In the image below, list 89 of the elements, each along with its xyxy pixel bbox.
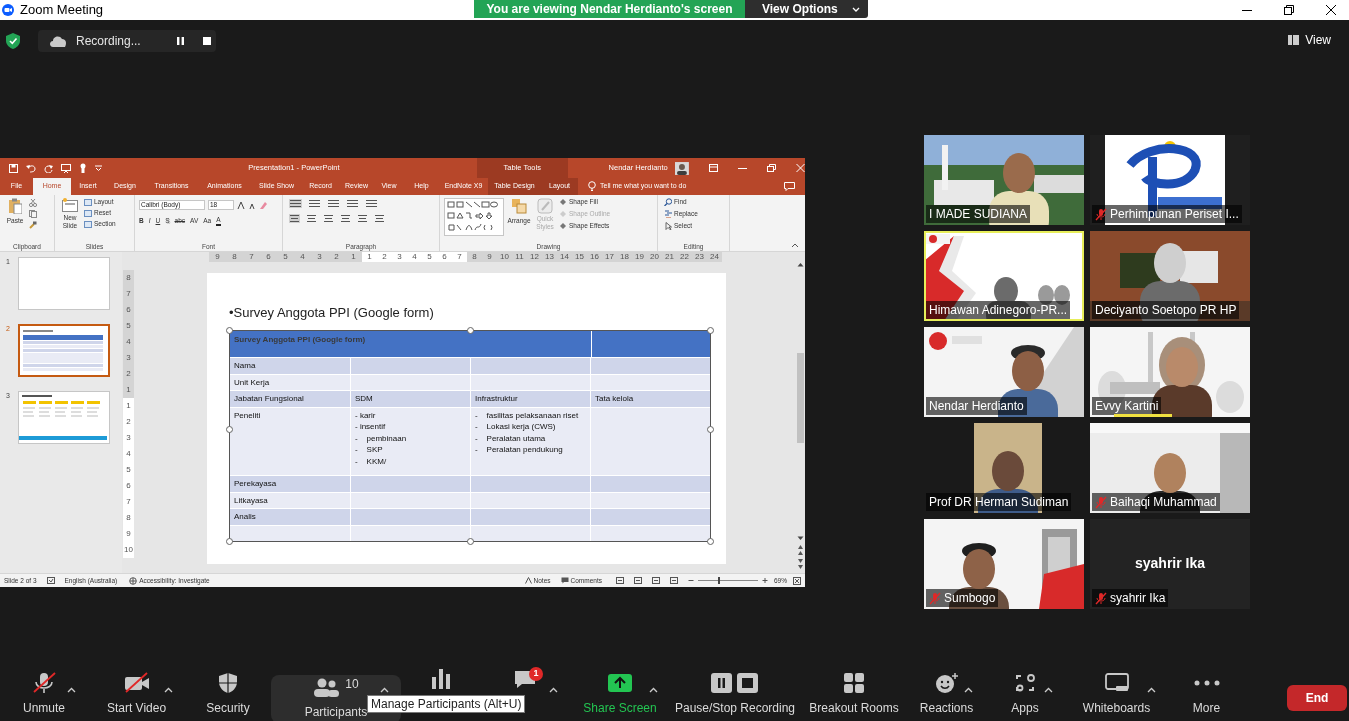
ruler-number: 5 bbox=[126, 320, 131, 332]
list-item: - KKM/ bbox=[355, 455, 388, 467]
ruler-number: 2 bbox=[126, 368, 131, 380]
tooltip: Manage Participants (Alt+U) bbox=[367, 695, 526, 713]
table-cell: Tata kelola bbox=[590, 391, 710, 407]
ruler-number: 7 bbox=[452, 252, 467, 262]
ruler-number: 9 bbox=[126, 528, 131, 540]
ruler-number: 6 bbox=[437, 252, 452, 262]
ruler-number: 2 bbox=[377, 252, 392, 262]
participant-name: I MADE SUDIANA bbox=[929, 206, 1027, 223]
list-item: - insentif bbox=[355, 421, 387, 433]
ruler-number: 19 bbox=[632, 252, 647, 262]
table-cell-text: Jabatan Fungsional bbox=[233, 393, 305, 405]
ruler-number: 6 bbox=[126, 304, 131, 316]
participant-name: Evvy Kartini bbox=[1095, 398, 1159, 415]
ruler-number: 13 bbox=[542, 252, 557, 262]
ruler-number: 3 bbox=[126, 352, 131, 364]
ruler-number: 5 bbox=[126, 464, 131, 476]
ruler-number: 1 bbox=[362, 252, 377, 262]
ruler-number: 3 bbox=[126, 432, 131, 444]
participant-name-large: syahrir Ika bbox=[1133, 554, 1207, 573]
participant-name: Nendar Herdianto bbox=[929, 398, 1024, 415]
ruler-number: 23 bbox=[692, 252, 707, 262]
ruler-number: 20 bbox=[647, 252, 662, 262]
table-cell-text: Peneliti bbox=[233, 409, 262, 422]
table-cell-text: Perekayasa bbox=[233, 478, 278, 490]
table-header-cell-text: Survey Anggota PPI (Google form) bbox=[233, 334, 367, 346]
ruler-number: 2 bbox=[126, 416, 131, 428]
ruler-number: 3 bbox=[316, 252, 323, 262]
ruler-number: 9 bbox=[482, 252, 497, 262]
ruler-number: 7 bbox=[126, 496, 131, 508]
ruler-number: 6 bbox=[265, 252, 272, 262]
list-item: - Peralatan utama bbox=[475, 432, 547, 444]
ruler-number: 1 bbox=[350, 252, 357, 262]
table-cell: SDM bbox=[350, 391, 470, 407]
ruler-number: 22 bbox=[677, 252, 692, 262]
table-cell-text: Nama bbox=[233, 360, 257, 372]
participant-name: Perhimpunan Periset I... bbox=[1110, 206, 1239, 223]
participant-name: Prof DR Herman Sudiman bbox=[929, 494, 1069, 511]
ruler-number: 4 bbox=[407, 252, 422, 262]
ruler-number: 12 bbox=[527, 252, 542, 262]
list-item: - fasilitas pelaksanaan riset bbox=[475, 409, 580, 421]
recording-label: Recording... bbox=[76, 33, 141, 50]
ruler-number: 4 bbox=[126, 336, 131, 348]
ruler-number: 10 bbox=[124, 544, 133, 556]
ruler-number: 7 bbox=[126, 288, 131, 300]
ruler-number: 16 bbox=[587, 252, 602, 262]
participant-name: Himawan Adinegoro-PR... bbox=[929, 302, 1068, 319]
ruler-number: 8 bbox=[467, 252, 482, 262]
table-cell-text: Litkayasa bbox=[233, 494, 269, 507]
ruler-number: 5 bbox=[422, 252, 437, 262]
ruler-number: 8 bbox=[126, 272, 131, 284]
ruler-number: 8 bbox=[231, 252, 238, 262]
ruler-number: 11 bbox=[512, 252, 527, 262]
share-banner: You are viewing Nendar Herdianto's screen bbox=[474, 0, 745, 18]
participant-count: 10 bbox=[345, 676, 359, 693]
ruler-number: 6 bbox=[126, 480, 131, 492]
table-cell-text: Unit Kerja bbox=[233, 376, 271, 389]
ruler-number: 9 bbox=[214, 252, 221, 262]
ruler-number: 1 bbox=[126, 384, 131, 396]
participant-name: Sumbogo bbox=[944, 590, 996, 607]
list-item: - SKP bbox=[355, 444, 384, 456]
list-item: - Peralatan pendukung bbox=[475, 444, 564, 456]
ruler-number: 10 bbox=[497, 252, 512, 262]
list-item: - karir bbox=[355, 409, 377, 421]
list-item: - pembinaan bbox=[355, 432, 408, 444]
ruler-number: 8 bbox=[126, 512, 131, 524]
ruler-number: 2 bbox=[333, 252, 340, 262]
window-title: Zoom Meeting bbox=[20, 1, 104, 20]
table-cell: Infrastruktur bbox=[470, 391, 590, 407]
ruler-number: 24 bbox=[707, 252, 722, 262]
notification-badge: 1 bbox=[529, 667, 543, 681]
ruler-number: 5 bbox=[282, 252, 289, 262]
ruler-number: 14 bbox=[557, 252, 572, 262]
ruler-number: 1 bbox=[126, 400, 131, 412]
participant-name: syahrir Ika bbox=[1110, 590, 1166, 607]
participant-name: Baihaqi Muhammad bbox=[1110, 494, 1217, 511]
ruler-number: 18 bbox=[617, 252, 632, 262]
ruler-number: 4 bbox=[126, 448, 131, 460]
ruler-number: 21 bbox=[662, 252, 677, 262]
slide-title: •Survey Anggota PPI (Google form) bbox=[229, 305, 435, 321]
ruler-number: 7 bbox=[248, 252, 255, 262]
ruler-number: 4 bbox=[299, 252, 306, 262]
ruler-number: 3 bbox=[392, 252, 407, 262]
table-cell-text: Analis bbox=[233, 511, 257, 523]
list-item: - Lokasi kerja (CWS) bbox=[475, 421, 557, 433]
ruler-number: 15 bbox=[572, 252, 587, 262]
ruler-number: 17 bbox=[602, 252, 617, 262]
participant-name: Deciyanto Soetopo PR HP bbox=[1095, 302, 1237, 319]
